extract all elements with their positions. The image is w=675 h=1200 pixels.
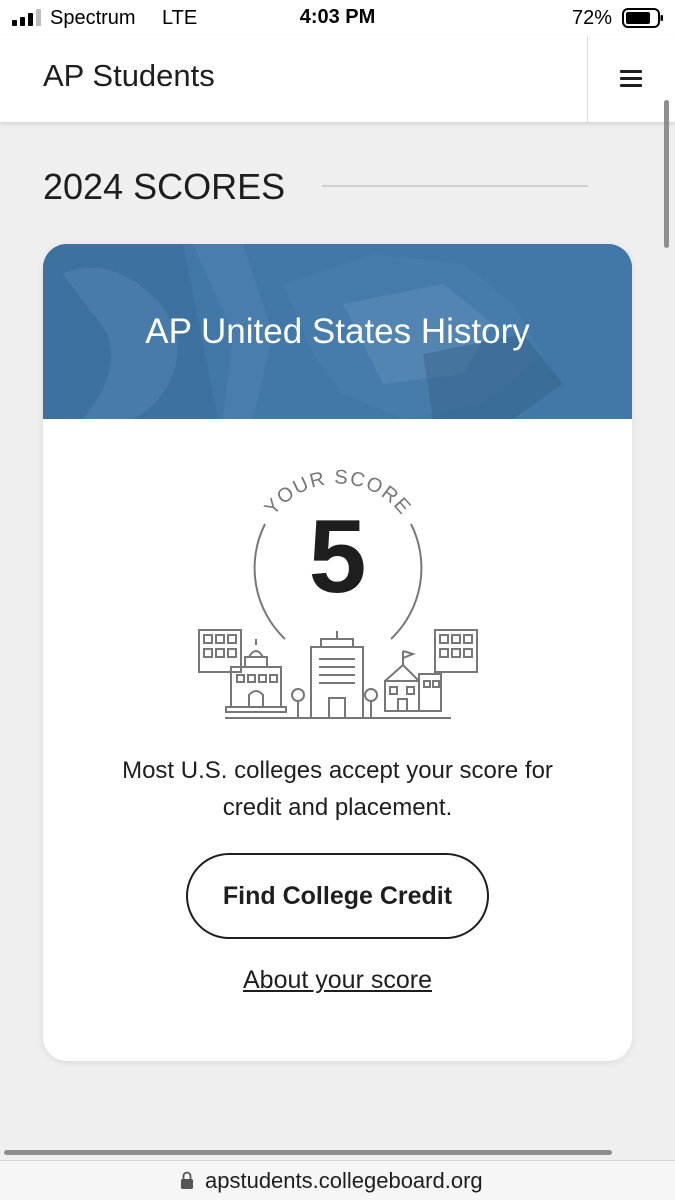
- browser-url-bar[interactable]: apstudents.collegeboard.org: [0, 1160, 675, 1200]
- site-title[interactable]: AP Students: [43, 58, 215, 94]
- course-banner: AP United States History: [43, 244, 632, 419]
- lock-icon: [181, 1171, 193, 1189]
- score-value: 5: [308, 499, 367, 615]
- horizontal-scrollbar[interactable]: [4, 1150, 612, 1155]
- page-scrollbar[interactable]: [664, 100, 669, 248]
- hamburger-menu-icon[interactable]: [620, 70, 642, 90]
- page: Spectrum LTE 4:03 PM 72% AP Students 202…: [0, 0, 675, 1200]
- battery-percent: 72%: [572, 7, 613, 29]
- url-text[interactable]: apstudents.collegeboard.org: [205, 1168, 483, 1194]
- battery-icon: [622, 8, 663, 28]
- find-college-credit-button[interactable]: Find College Credit: [186, 853, 489, 939]
- heading-divider: [322, 185, 588, 187]
- score-card: AP United States History YOUR SCORE 5 Mo…: [43, 244, 632, 1061]
- status-bar: Spectrum LTE 4:03 PM 72%: [0, 0, 675, 36]
- section-heading: 2024 SCORES: [43, 166, 286, 207]
- site-header: AP Students: [0, 36, 675, 122]
- header-divider: [587, 36, 588, 122]
- score-message: Most U.S. colleges accept your score for…: [122, 757, 553, 821]
- course-title: AP United States History: [145, 312, 530, 351]
- about-your-score-link[interactable]: About your score: [43, 966, 632, 995]
